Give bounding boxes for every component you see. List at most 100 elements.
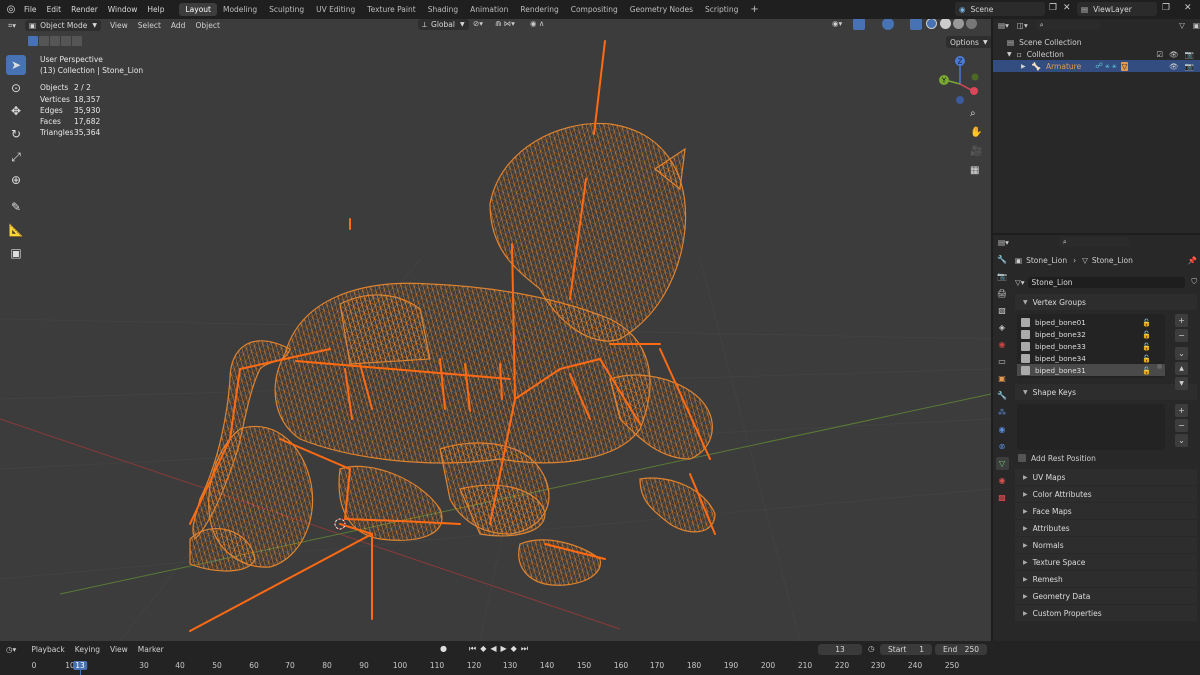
menu-object[interactable]: Object (190, 21, 224, 30)
material-tab-icon[interactable]: ◉ (996, 474, 1009, 487)
particles-tab-icon[interactable]: ⁂ (996, 406, 1009, 419)
perspective-toggle-icon[interactable]: ▦ (970, 165, 979, 176)
vertex-groups-listbox[interactable]: biped_bone01 🔓 biped_bone32 🔓 biped_bone33… (1017, 314, 1165, 378)
lock-icon[interactable]: 🔓 (1142, 330, 1151, 339)
tab-sculpting[interactable]: Sculpting (263, 3, 310, 16)
editor-type-icon[interactable]: ▤▾ (998, 238, 1009, 247)
select-invert-icon[interactable] (61, 36, 71, 46)
camera-icon[interactable]: 📷 (1185, 62, 1194, 71)
select-extend-icon[interactable] (39, 36, 49, 46)
scene-tab-icon[interactable]: ◈ (996, 321, 1009, 334)
world-tab-icon[interactable]: ◉ (996, 338, 1009, 351)
tab-modeling[interactable]: Modeling (217, 3, 263, 16)
scale-tool-icon[interactable]: ⤢ (6, 147, 26, 167)
zoom-icon[interactable]: ⌕ (970, 108, 976, 119)
snap-icon[interactable]: ⋒ ⋈▾ (495, 19, 515, 28)
lock-icon[interactable]: 🔓 (1142, 342, 1151, 351)
mesh-name-field[interactable]: Stone_Lion (1027, 276, 1186, 288)
tab-scripting[interactable]: Scripting (699, 3, 744, 16)
xray-toggle-icon[interactable] (910, 19, 922, 30)
proportional-edit-icon[interactable]: ◉ ∧ (530, 19, 544, 28)
remove-vertex-group-button[interactable]: − (1175, 329, 1188, 342)
properties-search-input[interactable]: ⌕ (1058, 237, 1129, 247)
select-intersect-icon[interactable] (72, 36, 82, 46)
menu-render[interactable]: Render (66, 5, 103, 14)
render-tab-icon[interactable]: 📷 (996, 270, 1009, 283)
current-frame-indicator[interactable]: 13 (73, 661, 87, 670)
pivot-icon[interactable]: ⊘▾ (473, 19, 483, 28)
shape-keys-listbox[interactable] (1017, 404, 1165, 450)
annotate-tool-icon[interactable]: ✎ (6, 197, 26, 217)
scene-selector[interactable]: ◉ Scene (955, 2, 1045, 16)
tab-shading[interactable]: Shading (422, 3, 464, 16)
shape-key-specials-button[interactable]: ⌄ (1175, 434, 1188, 447)
menu-view[interactable]: View (105, 21, 133, 30)
playhead-line[interactable] (80, 670, 81, 675)
texture-tab-icon[interactable]: ▩ (996, 491, 1009, 504)
frame-ruler[interactable]: 0 10 13 30 40 50 60 70 80 90 100 110 120… (0, 641, 991, 675)
mode-selector[interactable]: ▣ Object Mode ▼ (25, 20, 101, 31)
panel-color-attributes[interactable]: ▶ Color Attributes (1015, 486, 1197, 502)
physics-tab-icon[interactable]: ◉ (996, 423, 1009, 436)
tab-texture-paint[interactable]: Texture Paint (361, 3, 421, 16)
gizmo-toggle-icon[interactable] (853, 19, 865, 30)
panel-attributes[interactable]: ▶ Attributes (1015, 520, 1197, 536)
object-tab-icon[interactable]: ▣ (996, 372, 1009, 385)
editor-type-icon[interactable]: ⌗▾ (3, 21, 21, 31)
view-layer-close-icon[interactable]: ✕ (1184, 3, 1192, 13)
select-subtract-icon[interactable] (50, 36, 60, 46)
pin-icon[interactable]: 📌 (1188, 256, 1197, 265)
mesh-data-icon[interactable]: ▽▾ (1015, 278, 1025, 287)
vertex-group-item[interactable]: biped_bone34 🔓 (1017, 352, 1165, 364)
pan-hand-icon[interactable]: ✋ (970, 127, 982, 138)
outliner-row-scene-collection[interactable]: ▤ Scene Collection (993, 36, 1200, 48)
expand-arrow-icon[interactable]: ▼ (1007, 51, 1012, 58)
shape-keys-panel-header[interactable]: ▼ Shape Keys (1015, 384, 1197, 400)
panel-geometry-data[interactable]: ▶ Geometry Data (1015, 588, 1197, 604)
display-mode-icon[interactable]: ◫▾ (1017, 21, 1028, 30)
eye-icon[interactable]: 👁 (1169, 62, 1179, 71)
outliner-row-armature[interactable]: ▶ 🦴 Armature ☍ ⚹ ⚹ ▽ 👁 📷 (993, 60, 1200, 72)
camera-icon[interactable]: 📷 (1185, 50, 1194, 59)
move-tool-icon[interactable]: ✥ (6, 101, 26, 121)
add-vertex-group-button[interactable]: + (1175, 314, 1188, 327)
transform-orientation[interactable]: ⟂ Global ▼ (418, 19, 469, 30)
add-workspace-button[interactable]: + (744, 2, 764, 17)
navigation-gizmo[interactable]: Z Y (935, 54, 985, 114)
scene-close-icon[interactable]: ✕ (1063, 3, 1071, 13)
list-resize-handle[interactable] (1157, 364, 1162, 369)
cursor-tool-icon[interactable]: ⊙ (6, 78, 26, 98)
collection-tab-icon[interactable]: ▭ (996, 355, 1009, 368)
transform-tool-icon[interactable]: ⊕ (6, 170, 26, 190)
select-box-tool-icon[interactable]: ➤ (6, 55, 26, 75)
menu-select[interactable]: Select (133, 21, 166, 30)
expand-arrow-icon[interactable]: ▶ (1021, 63, 1026, 70)
visibility-icon[interactable]: ◉▾ (832, 19, 842, 28)
vertex-group-item-selected[interactable]: biped_bone31 🔓 (1017, 364, 1165, 376)
remove-shape-key-button[interactable]: − (1175, 419, 1188, 432)
view-layer-tab-icon[interactable]: ▧ (996, 304, 1009, 317)
menu-help[interactable]: Help (142, 5, 169, 14)
outliner-search-input[interactable]: ⌕ (1035, 20, 1102, 30)
scene-copy-icon[interactable]: ❐ (1049, 3, 1057, 13)
checkbox-icon[interactable]: ☑ (1156, 50, 1163, 59)
constraints-tab-icon[interactable]: ⊗ (996, 440, 1009, 453)
select-new-icon[interactable] (28, 36, 38, 46)
menu-window[interactable]: Window (103, 5, 143, 14)
tab-animation[interactable]: Animation (464, 3, 514, 16)
menu-add[interactable]: Add (166, 21, 191, 30)
panel-texture-space[interactable]: ▶ Texture Space (1015, 554, 1197, 570)
lock-icon[interactable]: 🔓 (1142, 366, 1151, 375)
3d-viewport[interactable]: ⌗▾ ▣ Object Mode ▼ View Select Add Objec… (0, 19, 991, 641)
data-tab-icon[interactable]: ▽ (995, 457, 1009, 470)
rotate-tool-icon[interactable]: ↻ (6, 124, 26, 144)
new-collection-icon[interactable]: ▣ (1193, 21, 1200, 30)
lock-icon[interactable]: 🔓 (1142, 354, 1151, 363)
vertex-groups-panel-header[interactable]: ▼ Vertex Groups (1015, 294, 1197, 310)
outliner-row-collection[interactable]: ▼ ▫ Collection ☑ 👁 📷 (993, 48, 1200, 60)
eye-icon[interactable]: 👁 (1169, 50, 1179, 59)
panel-remesh[interactable]: ▶ Remesh (1015, 571, 1197, 587)
panel-uv-maps[interactable]: ▶ UV Maps (1015, 469, 1197, 485)
output-tab-icon[interactable]: 🖨 (996, 287, 1009, 300)
filter-icon[interactable]: ▽ (1179, 21, 1185, 30)
